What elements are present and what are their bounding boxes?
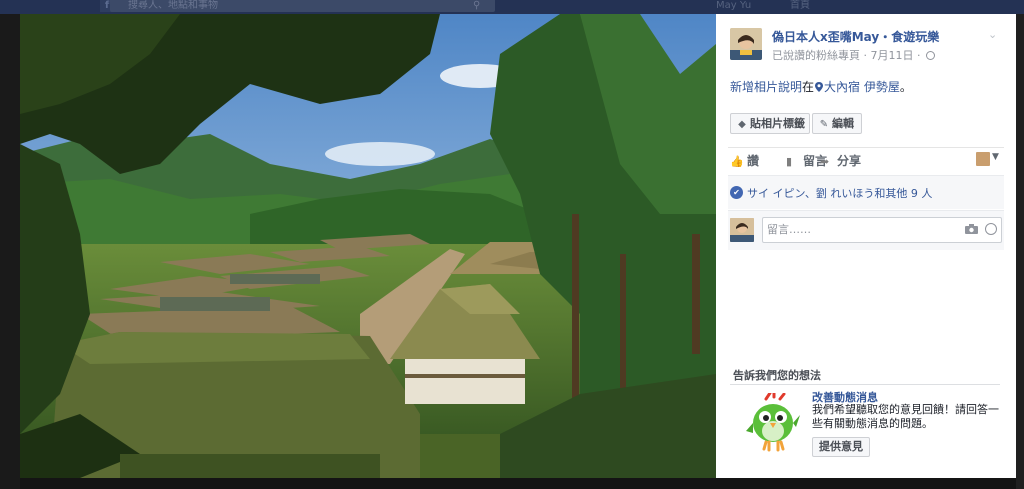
- edit-button[interactable]: ✎ 編輯: [812, 113, 862, 134]
- give-feedback-button[interactable]: 提供意見: [812, 437, 870, 457]
- like-label: 讚: [747, 154, 760, 168]
- post-meta: 已說讚的粉絲專頁 · 7月11日 ·: [772, 47, 935, 63]
- liked-page-label: 已說讚的粉絲專頁: [772, 49, 860, 62]
- like-button[interactable]: 👍 讚: [730, 152, 759, 169]
- photo-viewer-image[interactable]: [20, 14, 716, 478]
- photo-side-panel: 偽日本人x歪嘴May・食遊玩樂 已說讚的粉絲專頁 · 7月11日 · ⌄ 新增相…: [716, 14, 1016, 478]
- page-avatar-image: [730, 28, 762, 60]
- thumbs-up-icon: 👍: [730, 155, 744, 168]
- feedback-title: 告訴我們您的想法: [733, 369, 821, 382]
- share-label: 分享: [837, 154, 862, 168]
- village-landscape-photo: [20, 14, 716, 478]
- comment-input[interactable]: 留言……: [762, 217, 1002, 243]
- post-date-link[interactable]: 7月11日: [871, 49, 914, 62]
- viewer-avatar[interactable]: [976, 152, 990, 166]
- globe-icon[interactable]: [926, 51, 935, 60]
- background-home-link: 首頁: [790, 0, 810, 11]
- emoji-icon[interactable]: [985, 223, 997, 235]
- like-reaction-icon: ✔: [730, 186, 743, 199]
- share-icon: ➦: [820, 155, 830, 168]
- background-search-placeholder: 搜尋人、地點和事物: [128, 0, 218, 11]
- pencil-icon: ✎: [819, 119, 829, 130]
- caret-down-icon[interactable]: ▼: [992, 152, 999, 162]
- tag-photo-button[interactable]: ◆ 貼相片標籤: [730, 113, 810, 134]
- reactions-summary: ✔ サイ イピン、劉 れいほう和其他 9 人: [728, 175, 1004, 209]
- photo-caption: 新增相片說明在 大內宿 伊勢屋。: [730, 78, 912, 95]
- divider: [728, 147, 1004, 148]
- search-icon: ⚲: [473, 0, 481, 11]
- background-bottom-edge: [20, 478, 1016, 489]
- add-caption-link[interactable]: 新增相片說明: [730, 80, 802, 94]
- reactions-text[interactable]: サイ イピン、劉 れいほう和其他 9 人: [747, 185, 932, 201]
- caption-at-text: 在: [802, 80, 815, 94]
- tag-icon: ◆: [738, 119, 746, 130]
- background-left-edge: [0, 14, 20, 489]
- comment-placeholder: 留言……: [767, 223, 811, 236]
- feedback-divider: [730, 384, 1000, 385]
- meta-separator: ·: [860, 49, 871, 62]
- caption-suffix: 。: [899, 80, 912, 94]
- comment-composer: 留言……: [728, 210, 1004, 250]
- commenter-avatar: [730, 218, 754, 242]
- page-name-link[interactable]: 偽日本人x歪嘴May・食遊玩樂: [772, 28, 939, 45]
- meta-separator-2: ·: [913, 49, 924, 62]
- commenter-avatar-image: [730, 218, 754, 242]
- camera-icon[interactable]: [965, 224, 978, 234]
- owl-mascot-icon: [746, 393, 800, 452]
- share-button[interactable]: ➦ 分享: [820, 152, 861, 169]
- background-right-edge: [1016, 14, 1024, 489]
- location-link[interactable]: 大內宿 伊勢屋: [824, 80, 900, 94]
- comment-icon: ▮: [786, 155, 793, 168]
- background-user-name: May Yu: [716, 0, 752, 11]
- feedback-body: 我們希望聽取您的意見回饋！請回答一些有關動態消息的問題。: [812, 403, 999, 430]
- tag-photo-label: 貼相片標籤: [750, 117, 805, 130]
- page-avatar[interactable]: [730, 28, 762, 60]
- chevron-down-icon[interactable]: ⌄: [988, 28, 997, 41]
- location-pin-icon: [815, 82, 824, 92]
- edit-label: 編輯: [832, 117, 854, 130]
